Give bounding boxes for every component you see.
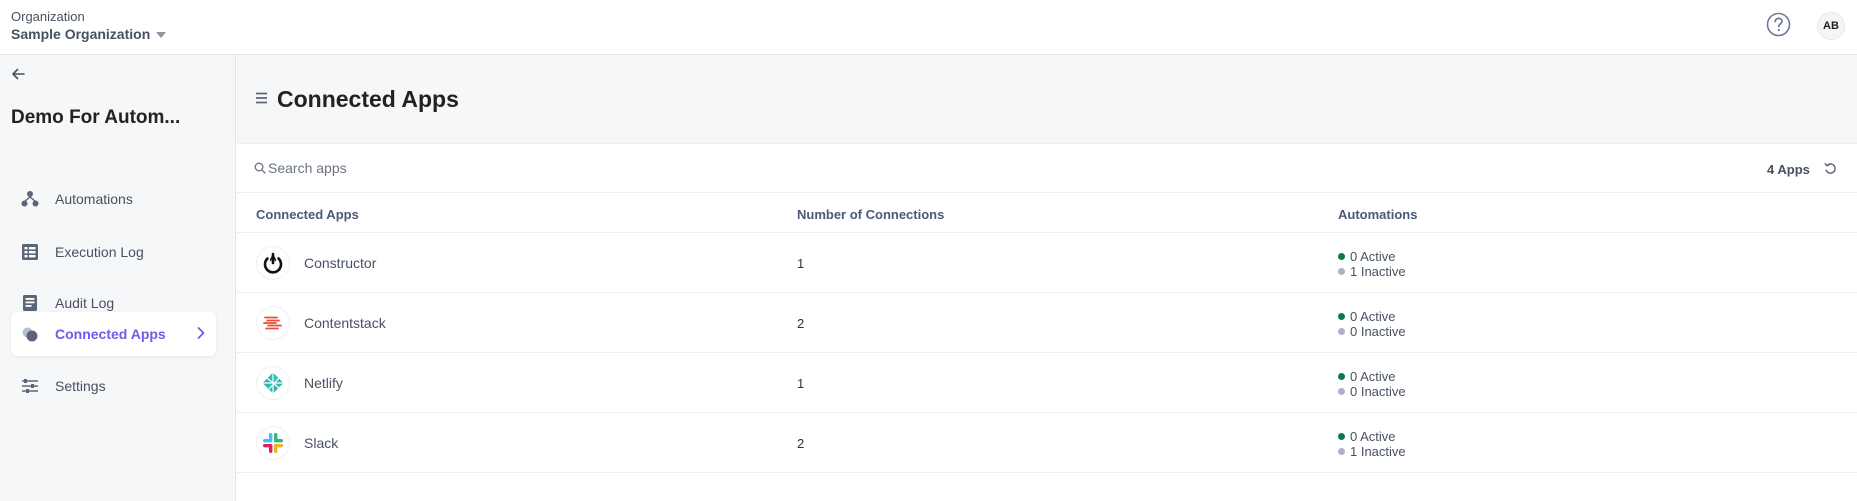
connection-count: 2: [797, 436, 805, 451]
caret-down-icon: [156, 32, 167, 38]
top-bar: Organization Sample Organization AB: [0, 0, 1857, 55]
help-icon[interactable]: [1766, 12, 1791, 37]
inactive-dot-icon: [1338, 268, 1345, 275]
search-input[interactable]: [268, 157, 868, 179]
connection-count: 2: [797, 316, 805, 331]
active-dot-icon: [1338, 433, 1345, 440]
back-arrow-icon[interactable]: [10, 66, 26, 82]
sidebar-item-label: Audit Log: [55, 294, 115, 311]
page-header: Connected Apps: [237, 55, 1857, 144]
organization-label: Organization: [11, 9, 85, 24]
inactive-count: 1 Inactive: [1350, 264, 1406, 279]
table-row[interactable]: Contentstack 2 0 Active 0 Inactive: [237, 293, 1857, 353]
active-dot-icon: [1338, 253, 1345, 260]
settings-sliders-icon: [20, 376, 40, 396]
search-icon: [254, 162, 266, 174]
inactive-status: 1 Inactive: [1338, 444, 1406, 459]
active-count: 0 Active: [1350, 369, 1396, 384]
inactive-status: 0 Inactive: [1338, 384, 1406, 399]
audit-log-icon: [20, 293, 40, 313]
automations-icon: [20, 189, 40, 209]
sidebar-item-label: Connected Apps: [55, 326, 166, 342]
active-dot-icon: [1338, 373, 1345, 380]
connected-apps-icon: [20, 324, 40, 344]
inactive-status: 1 Inactive: [1338, 264, 1406, 279]
table-row[interactable]: Slack 2 0 Active 1 Inactive: [237, 413, 1857, 473]
search-bar: 4 Apps: [237, 144, 1857, 193]
chevron-right-icon: [197, 327, 205, 339]
app-name: Netlify: [304, 375, 343, 391]
page-title: Connected Apps: [277, 86, 459, 112]
connection-count: 1: [797, 376, 805, 391]
execution-log-icon: [20, 242, 40, 262]
sidebar-item-connected-apps[interactable]: Connected Apps: [11, 312, 216, 356]
contentstack-logo: [257, 307, 289, 339]
constructor-logo: [257, 247, 289, 279]
inactive-count: 0 Inactive: [1350, 324, 1406, 339]
inactive-status: 0 Inactive: [1338, 324, 1406, 339]
inactive-dot-icon: [1338, 388, 1345, 395]
hamburger-menu-icon[interactable]: [255, 91, 268, 105]
table-row[interactable]: Constructor 1 0 Active 1 Inactive: [237, 233, 1857, 293]
project-title: Demo For Autom...: [11, 107, 181, 128]
refresh-icon[interactable]: [1824, 162, 1837, 175]
table-row[interactable]: Netlify 1 0 Active 0 Inactive: [237, 353, 1857, 413]
column-header-number-of-connections[interactable]: Number of Connections: [797, 207, 944, 222]
active-status: 0 Active: [1338, 309, 1396, 324]
column-header-automations[interactable]: Automations: [1338, 207, 1417, 222]
slack-logo: [257, 427, 289, 459]
active-dot-icon: [1338, 313, 1345, 320]
app-name: Contentstack: [304, 315, 386, 331]
column-header-connected-apps[interactable]: Connected Apps: [256, 207, 359, 222]
inactive-count: 0 Inactive: [1350, 384, 1406, 399]
organization-name: Sample Organization: [11, 26, 151, 42]
inactive-dot-icon: [1338, 448, 1345, 455]
active-count: 0 Active: [1350, 429, 1396, 444]
app-name: Constructor: [304, 255, 377, 271]
inactive-count: 1 Inactive: [1350, 444, 1406, 459]
connection-count: 1: [797, 256, 805, 271]
active-status: 0 Active: [1338, 429, 1396, 444]
inactive-dot-icon: [1338, 328, 1345, 335]
sidebar-item-label: Automations: [55, 190, 133, 207]
active-status: 0 Active: [1338, 249, 1396, 264]
table-header: Connected Apps Number of Connections Aut…: [237, 194, 1857, 233]
app-name: Slack: [304, 435, 339, 451]
avatar[interactable]: AB: [1817, 12, 1845, 40]
organization-switcher[interactable]: Sample Organization: [11, 26, 167, 42]
sidebar: Demo For Autom... Automations Execution …: [0, 55, 236, 501]
sidebar-item-settings[interactable]: Settings: [11, 364, 216, 407]
sidebar-item-execution-log[interactable]: Execution Log: [11, 230, 216, 273]
netlify-logo: [257, 367, 289, 399]
active-count: 0 Active: [1350, 309, 1396, 324]
sidebar-item-automations[interactable]: Automations: [11, 177, 216, 220]
active-count: 0 Active: [1350, 249, 1396, 264]
active-status: 0 Active: [1338, 369, 1396, 384]
app-count: 4 Apps: [1767, 162, 1810, 177]
sidebar-item-label: Execution Log: [55, 243, 144, 260]
sidebar-item-label: Settings: [55, 377, 106, 394]
